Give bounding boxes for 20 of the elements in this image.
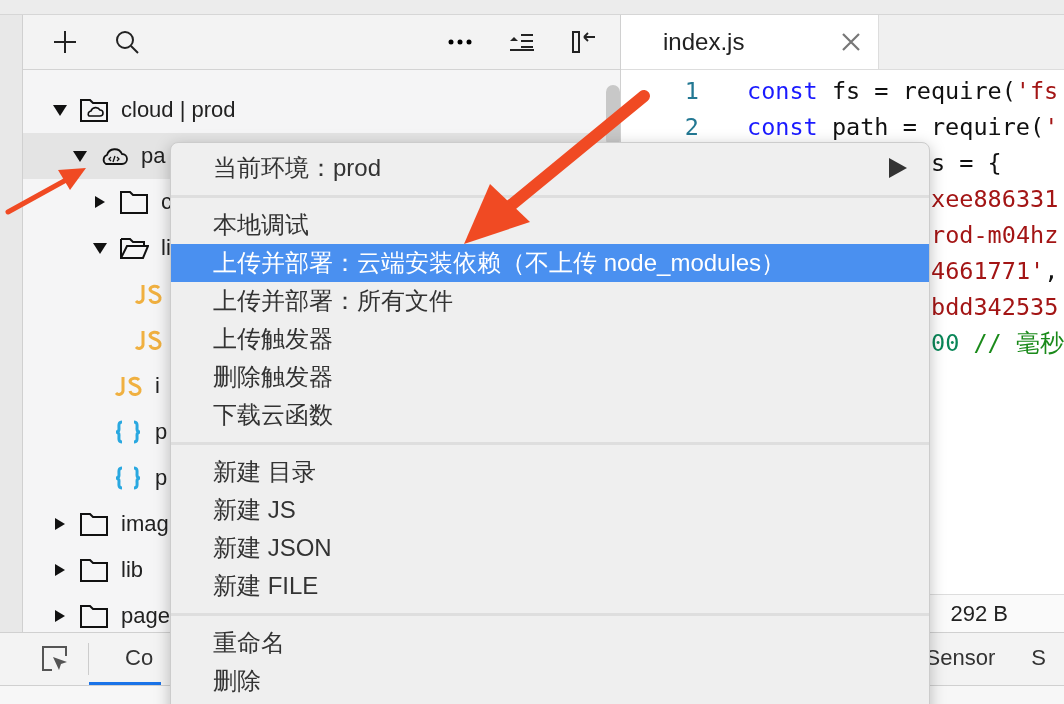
tree-label: p — [155, 465, 168, 491]
file-size: 292 B — [950, 600, 1008, 627]
code-line: const fs = require('fs — [747, 77, 1059, 105]
tree-label: i — [155, 373, 160, 399]
code-line: 00 // 毫秒 — [931, 328, 1064, 359]
code-line: bdd342535 — [931, 293, 1059, 321]
code-line: const path = require(' — [747, 113, 1059, 141]
code-line: 4661771', — [931, 257, 1059, 285]
tree-label: cloud | prod — [121, 97, 236, 123]
line-number: 2 — [683, 113, 700, 141]
line-number: 1 — [683, 77, 700, 105]
tree-label: page — [121, 603, 170, 629]
tree-label: li — [161, 235, 171, 261]
tree-label: lib — [121, 557, 143, 583]
code-line: rod-m04hz — [931, 221, 1059, 249]
tree-label: pa — [141, 143, 166, 169]
code-line: s = { — [931, 149, 1002, 177]
tree-label: imag — [121, 511, 169, 537]
code-line: xee886331 — [931, 185, 1059, 213]
tree-label: p — [155, 419, 168, 445]
